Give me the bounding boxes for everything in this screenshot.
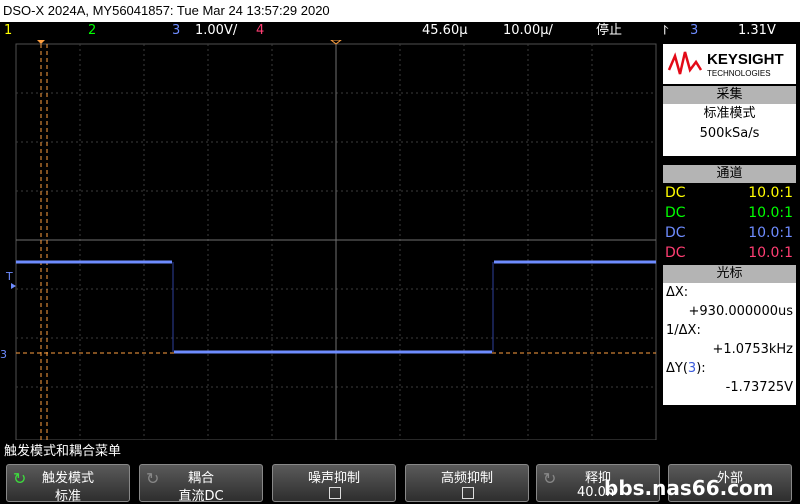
dx-label: ΔX: (666, 285, 689, 300)
status-bar: 1 2 3 1.00V/ 4 45.60µ 10.00µ/ 停止 ⨡ 3 1.3… (0, 22, 800, 40)
trigger-source: 3 (690, 23, 699, 38)
ch2-indicator[interactable]: 2 (88, 22, 96, 40)
channel-row-1[interactable]: DC 10.0:1 (663, 183, 796, 203)
ch3-ground-marker: 3 (0, 348, 7, 361)
softkey-label: 耦合 (187, 471, 214, 486)
graticule: T 3 (0, 39, 657, 441)
inv-dx-value: +1.0753kHz (712, 342, 793, 357)
channel-row-2[interactable]: DC 10.0:1 (663, 203, 796, 223)
ch4-coupling: DC (665, 245, 686, 261)
softkey-label: 触发模式 (41, 471, 94, 486)
dy-value: -1.73725V (725, 380, 793, 395)
ch1-coupling: DC (665, 185, 686, 201)
waveform-display[interactable]: T 3 (0, 39, 660, 441)
trigger-level-marker: T (5, 270, 13, 283)
ch2-probe: 10.0:1 (748, 205, 793, 221)
hf-reject-checkbox[interactable] (462, 487, 474, 499)
title-bar: DSO-X 2024A, MY56041857: Tue Mar 24 13:5… (0, 0, 800, 22)
ch4-probe: 10.0:1 (748, 245, 793, 261)
softkey-coupling[interactable]: ↻ 耦合 直流DC (139, 464, 263, 504)
acquire-mode: 标准模式 (703, 106, 756, 121)
acquire-rate: 500kSa/s (699, 126, 760, 141)
softkey-noise-reject[interactable]: 噪声抑制 (272, 464, 396, 502)
softkey-label: 噪声抑制 (307, 471, 360, 486)
time-position: 45.60µ (422, 23, 468, 38)
brand-logo: KEYSIGHT TECHNOLOGIES (663, 44, 796, 84)
brand-sub: TECHNOLOGIES (707, 69, 771, 78)
ch1-indicator[interactable]: 1 (4, 22, 12, 40)
softkey-label: 高频抑制 (440, 471, 493, 486)
cursor-marker-icon (37, 40, 45, 44)
trigger-level: 1.31V (738, 23, 776, 38)
channel-header: 通道 (663, 165, 796, 183)
ch3-probe: 10.0:1 (748, 225, 793, 241)
title-text: DSO-X 2024A, MY56041857: Tue Mar 24 13:5… (3, 3, 330, 18)
ch3-scale: 1.00V/ (195, 23, 238, 38)
cursor-header: 光标 (663, 265, 796, 283)
cursor-panel: 光标 ΔX: +930.000000us 1/ΔX: +1.0753kHz ΔY… (663, 265, 796, 405)
dx-value: +930.000000us (688, 304, 793, 319)
keysight-wave-icon (667, 51, 703, 75)
ch1-probe: 10.0:1 (748, 185, 793, 201)
softkey-value: 标准 (54, 489, 81, 504)
trigger-slope-icon: ⨡ (663, 23, 669, 38)
ch2-coupling: DC (665, 205, 686, 221)
softkey-trigger-mode[interactable]: ↻ 触发模式 标准 (6, 464, 130, 504)
acquire-panel: 采集 标准模式 500kSa/s (663, 86, 796, 156)
trigger-level-icon (11, 283, 16, 289)
channel-row-3[interactable]: DC 10.0:1 (663, 223, 796, 243)
inv-dx-label: 1/ΔX: (666, 323, 701, 338)
softkey-value: 直流DC (178, 489, 224, 504)
dy-label: ΔY(3): (666, 361, 706, 376)
softkey-hf-reject[interactable]: 高频抑制 (405, 464, 529, 502)
run-state: 停止 (596, 23, 623, 38)
channel-panel: 通道 DC 10.0:1 DC 10.0:1 DC 10.0:1 DC 10.0… (663, 165, 796, 263)
brand-name: KEYSIGHT (707, 51, 784, 68)
channel-row-4[interactable]: DC 10.0:1 (663, 243, 796, 263)
menu-title: 触发模式和耦合菜单 (4, 444, 122, 459)
ch3-indicator[interactable]: 3 (172, 22, 180, 40)
acquire-header: 采集 (663, 86, 796, 104)
trigger-position-icon (329, 39, 343, 45)
watermark: bbs.nas66.com (604, 476, 774, 500)
time-scale: 10.00µ/ (503, 23, 553, 38)
ch4-indicator[interactable]: 4 (256, 22, 264, 40)
noise-reject-checkbox[interactable] (329, 487, 341, 499)
ch3-coupling: DC (665, 225, 686, 241)
